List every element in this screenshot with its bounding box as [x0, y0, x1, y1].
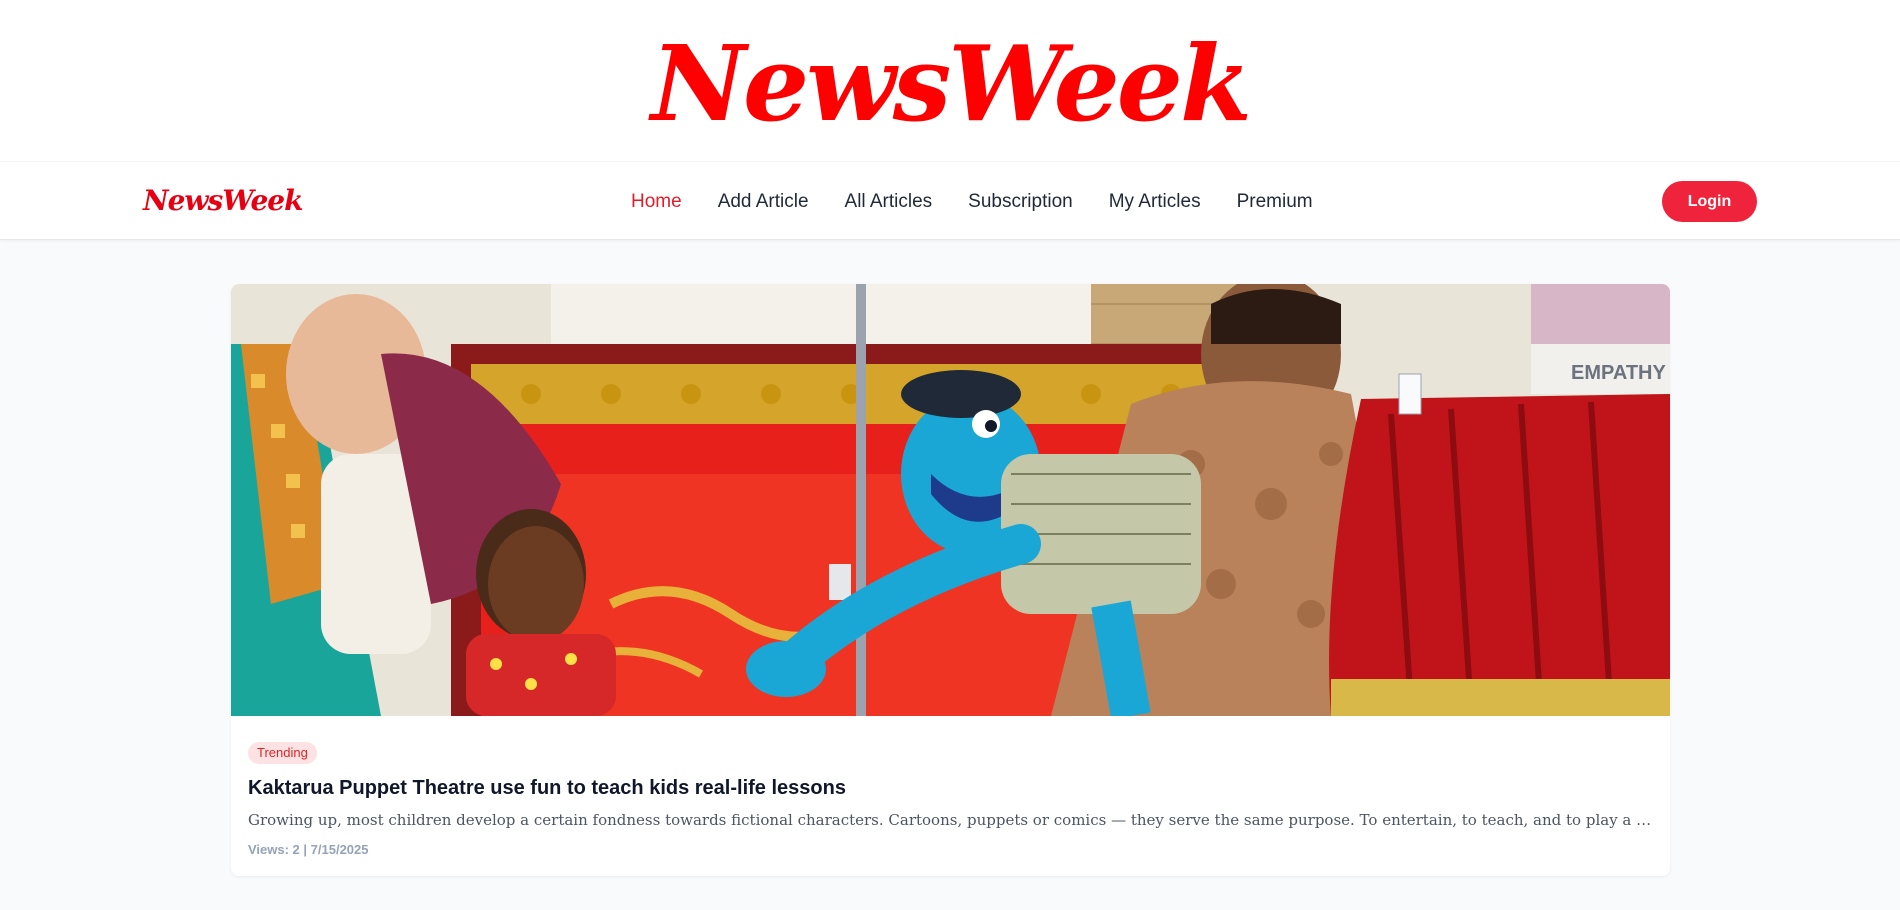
poster-sign-text: EMPATHY	[1571, 362, 1666, 384]
featured-article-card[interactable]: EMPATHY Trending Kaktarua Puppet Theatre…	[231, 284, 1670, 876]
article-hero-image[interactable]: EMPATHY	[231, 284, 1670, 716]
nav-link-home[interactable]: Home	[631, 191, 682, 213]
login-button[interactable]: Login	[1662, 181, 1757, 222]
nav-link-all-articles[interactable]: All Articles	[845, 191, 933, 213]
nav-link-premium[interactable]: Premium	[1237, 191, 1313, 213]
nav-logo[interactable]: NewsWeek	[143, 184, 303, 217]
masthead-logo[interactable]: NewsWeek	[651, 31, 1252, 136]
nav-link-my-articles[interactable]: My Articles	[1109, 191, 1201, 213]
nav-link-subscription[interactable]: Subscription	[968, 191, 1073, 213]
top-navbar: NewsWeek Home Add Article All Articles S…	[0, 161, 1900, 240]
nav-link-add-article[interactable]: Add Article	[718, 191, 809, 213]
article-title[interactable]: Kaktarua Puppet Theatre use fun to teach…	[248, 777, 846, 800]
trending-badge[interactable]: Trending	[248, 742, 317, 764]
masthead: NewsWeek	[0, 0, 1900, 161]
nav-links: Home Add Article All Articles Subscripti…	[631, 162, 1313, 241]
article-meta: Views: 2 | 7/15/2025	[248, 842, 369, 857]
puppet-theatre-photo: EMPATHY	[231, 284, 1670, 716]
article-excerpt: Growing up, most children develop a cert…	[248, 811, 1653, 829]
